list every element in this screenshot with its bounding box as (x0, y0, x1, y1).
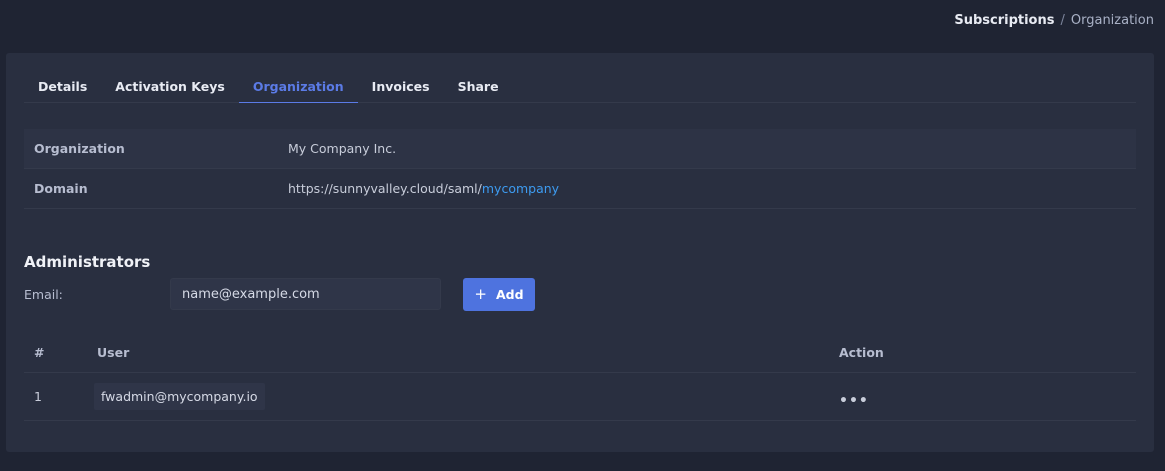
breadcrumb-subscriptions[interactable]: Subscriptions (954, 13, 1054, 28)
row-user: fwadmin@mycompany.io (88, 383, 839, 410)
tab-organization[interactable]: Organization (238, 73, 358, 103)
admin-email-input[interactable] (170, 278, 441, 310)
table-header: # User Action (24, 333, 1136, 373)
more-horizontal-icon[interactable]: ••• (839, 393, 869, 409)
plus-icon: + (474, 285, 487, 303)
organization-value: My Company Inc. (288, 141, 397, 156)
tab-share[interactable]: Share (444, 73, 513, 103)
user-email: fwadmin@mycompany.io (94, 383, 265, 410)
header-action: Action (839, 345, 884, 360)
tab-details[interactable]: Details (24, 73, 101, 103)
tab-activation-keys[interactable]: Activation Keys (101, 73, 239, 103)
organization-card: Details Activation Keys Organization Inv… (6, 53, 1154, 452)
row-num: 1 (34, 389, 42, 404)
domain-prefix: https://sunnyvalley.cloud/saml/ (288, 181, 482, 196)
administrators-table: # User Action 1 fwadmin@mycompany.io ••• (24, 333, 1136, 421)
table-row: 1 fwadmin@mycompany.io ••• (24, 373, 1136, 421)
tab-bar: Details Activation Keys Organization Inv… (24, 73, 1136, 103)
breadcrumb: Subscriptions / Organization (954, 13, 1154, 28)
administrators-title: Administrators (24, 253, 151, 271)
header-num: # (34, 345, 45, 360)
tab-invoices[interactable]: Invoices (358, 73, 444, 103)
organization-row: Organization My Company Inc. (24, 129, 1136, 169)
breadcrumb-separator: / (1060, 13, 1065, 28)
add-button-label: Add (496, 287, 524, 302)
email-label: Email: (24, 287, 63, 302)
domain-value: https://sunnyvalley.cloud/saml/mycompany (288, 181, 559, 196)
domain-slug: mycompany (481, 181, 560, 196)
organization-info-table: Organization My Company Inc. Domain http… (24, 129, 1136, 209)
domain-row: Domain https://sunnyvalley.cloud/saml/my… (24, 169, 1136, 209)
breadcrumb-current: Organization (1070, 13, 1154, 28)
row-action: ••• (839, 389, 869, 409)
header-user: User (97, 345, 130, 360)
organization-label: Organization (34, 141, 125, 156)
domain-label: Domain (34, 181, 88, 196)
add-admin-button[interactable]: + Add (463, 278, 535, 311)
